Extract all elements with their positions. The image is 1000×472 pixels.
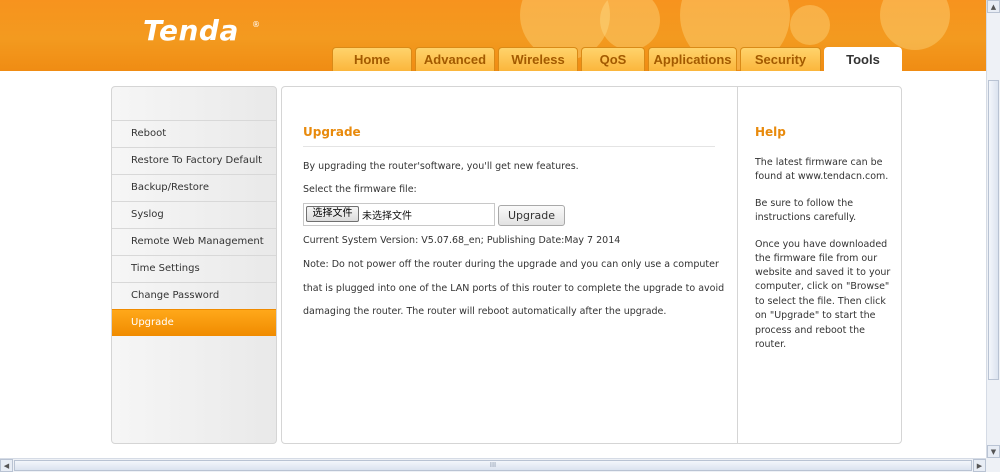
upgrade-button[interactable]: Upgrade — [498, 205, 565, 226]
current-version-text: Current System Version: V5.07.68_en; Pub… — [303, 235, 621, 246]
decor-bubble — [790, 5, 830, 45]
sidebar-item-reboot[interactable]: Reboot — [112, 120, 276, 147]
tab-advanced[interactable]: Advanced — [415, 47, 495, 71]
scroll-left-icon[interactable]: ◀ — [0, 459, 13, 472]
sidebar-menu: Reboot Restore To Factory Default Backup… — [112, 120, 276, 336]
header-banner: Tenda ® Home Advanced Wireless QoS Appli… — [0, 0, 986, 71]
tenda-logo: Tenda — [143, 14, 239, 47]
help-line: Once you have downloaded — [755, 239, 888, 250]
vertical-scroll-thumb[interactable] — [988, 80, 999, 380]
tab-tools[interactable]: Tools — [824, 47, 902, 71]
decor-bubble — [880, 0, 950, 50]
tab-qos[interactable]: QoS — [581, 47, 645, 71]
help-line: The latest firmware can be — [755, 157, 883, 168]
sidebar-item-remote-web-management[interactable]: Remote Web Management — [112, 228, 276, 255]
page-title: Upgrade — [303, 125, 361, 139]
sidebar: Reboot Restore To Factory Default Backup… — [111, 86, 277, 444]
note-line: that is plugged into one of the LAN port… — [303, 283, 725, 294]
tab-home[interactable]: Home — [332, 47, 412, 71]
help-line: the firmware file from our — [755, 253, 878, 264]
sidebar-item-backup-restore[interactable]: Backup/Restore — [112, 174, 276, 201]
help-line: computer, click on "Browse" — [755, 281, 890, 292]
help-line: instructions carefully. — [755, 212, 857, 223]
scroll-down-icon[interactable]: ▼ — [987, 445, 1000, 458]
note-line: damaging the router. The router will reb… — [303, 306, 667, 317]
help-line: found at www.tendacn.com. — [755, 171, 889, 182]
scroll-grip-icon: III — [489, 461, 497, 469]
scroll-up-icon[interactable]: ▲ — [987, 0, 1000, 13]
scroll-right-icon[interactable]: ▶ — [973, 459, 986, 472]
scrollbar-corner — [986, 458, 1000, 472]
help-line: to select the file. Then click — [755, 296, 886, 307]
note-line: Note: Do not power off the router during… — [303, 259, 719, 270]
choose-file-button[interactable]: 选择文件 — [306, 206, 359, 222]
sidebar-item-time-settings[interactable]: Time Settings — [112, 255, 276, 282]
sidebar-item-syslog[interactable]: Syslog — [112, 201, 276, 228]
sidebar-item-restore-factory-default[interactable]: Restore To Factory Default — [112, 147, 276, 174]
help-line: process and reboot the — [755, 325, 865, 336]
no-file-chosen-text: 未选择文件 — [362, 211, 412, 222]
tab-applications[interactable]: Applications — [648, 47, 737, 71]
help-line: website and saved it to your — [755, 267, 891, 278]
intro-text: By upgrading the router'software, you'll… — [303, 161, 579, 172]
select-file-label: Select the firmware file: — [303, 184, 417, 195]
help-title: Help — [755, 125, 786, 139]
horizontal-scroll-thumb[interactable]: III — [14, 460, 972, 471]
tab-security[interactable]: Security — [740, 47, 821, 71]
title-divider — [303, 146, 715, 147]
help-line: on "Upgrade" to start the — [755, 310, 876, 321]
decor-bubble — [600, 0, 660, 50]
sidebar-item-change-password[interactable]: Change Password — [112, 282, 276, 309]
horizontal-scrollbar[interactable]: ◀ III ▶ — [0, 458, 986, 472]
sidebar-item-upgrade[interactable]: Upgrade — [112, 309, 276, 336]
help-divider — [737, 87, 738, 443]
vertical-scrollbar[interactable]: ▲ ▼ — [986, 0, 1000, 458]
registered-mark: ® — [252, 20, 260, 29]
help-line: router. — [755, 339, 787, 350]
help-line: Be sure to follow the — [755, 198, 854, 209]
tab-wireless[interactable]: Wireless — [498, 47, 578, 71]
